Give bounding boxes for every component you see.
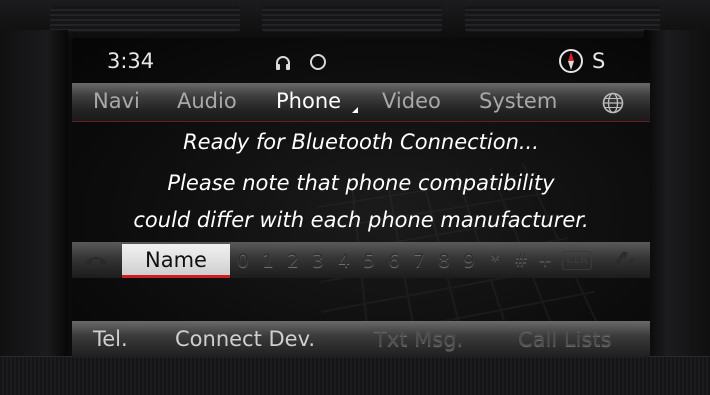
menu-item-audio[interactable]: Audio bbox=[177, 89, 237, 113]
headphone-icon bbox=[276, 56, 290, 70]
status-bar: 3:34 S bbox=[72, 38, 650, 82]
phone-function-bar: Tel. Connect Dev. Txt Msg. Call Lists bbox=[72, 321, 650, 358]
menu-item-system[interactable]: System bbox=[479, 89, 557, 113]
menu-item-phone[interactable]: Phone bbox=[276, 89, 341, 113]
dial-input-bar: Name 0 1 2 3 4 5 6 7 8 9 * # + CLR bbox=[72, 242, 650, 278]
key-8[interactable]: 8 bbox=[438, 250, 450, 272]
key-4[interactable]: 4 bbox=[338, 250, 350, 272]
key-hash[interactable]: # bbox=[514, 251, 528, 271]
dashboard-bezel-bottom bbox=[0, 356, 710, 395]
call-lists-button: Call Lists bbox=[518, 327, 612, 351]
key-1[interactable]: 1 bbox=[262, 250, 274, 272]
key-plus[interactable]: + bbox=[538, 251, 552, 271]
tel-button[interactable]: Tel. bbox=[93, 327, 128, 351]
menu-item-video[interactable]: Video bbox=[382, 89, 441, 113]
dashboard-bezel-left bbox=[0, 30, 68, 360]
key-0[interactable]: 0 bbox=[237, 250, 249, 272]
compass-heading: S bbox=[592, 49, 606, 73]
air-vent bbox=[262, 6, 442, 32]
key-7[interactable]: 7 bbox=[413, 250, 425, 272]
air-vent bbox=[465, 6, 660, 32]
circle-icon bbox=[310, 54, 326, 70]
name-search-tab[interactable]: Name bbox=[122, 244, 230, 278]
status-message-line-2: Please note that phone compatibility bbox=[167, 171, 555, 195]
status-message-line-3: could differ with each phone manufacture… bbox=[133, 208, 589, 232]
dashboard-bezel-right bbox=[644, 30, 710, 360]
key-5[interactable]: 5 bbox=[363, 250, 375, 272]
key-3[interactable]: 3 bbox=[312, 250, 324, 272]
connect-device-button[interactable]: Connect Dev. bbox=[175, 327, 315, 351]
air-vent bbox=[50, 6, 240, 32]
dashboard-bezel-top bbox=[0, 0, 710, 40]
main-menu-bar: Navi Audio Phone Video System bbox=[72, 83, 650, 122]
menu-item-navi[interactable]: Navi bbox=[93, 89, 140, 113]
text-messages-button: Txt Msg. bbox=[374, 327, 464, 351]
handset-icon bbox=[85, 257, 107, 268]
globe-icon[interactable] bbox=[602, 92, 624, 114]
key-9[interactable]: 9 bbox=[463, 250, 475, 272]
key-2[interactable]: 2 bbox=[287, 250, 299, 272]
clock: 3:34 bbox=[107, 49, 155, 73]
infotainment-screen: 3:34 S Navi Audio Phone Video System Rea… bbox=[72, 38, 650, 358]
compass-icon bbox=[559, 49, 583, 73]
status-message-line-1: Ready for Bluetooth Connection... bbox=[183, 130, 539, 154]
key-star[interactable]: * bbox=[491, 251, 500, 271]
key-6[interactable]: 6 bbox=[388, 250, 400, 272]
call-icon[interactable] bbox=[612, 250, 634, 270]
submenu-caret-icon bbox=[352, 107, 358, 113]
clear-button[interactable]: CLR bbox=[562, 251, 592, 270]
